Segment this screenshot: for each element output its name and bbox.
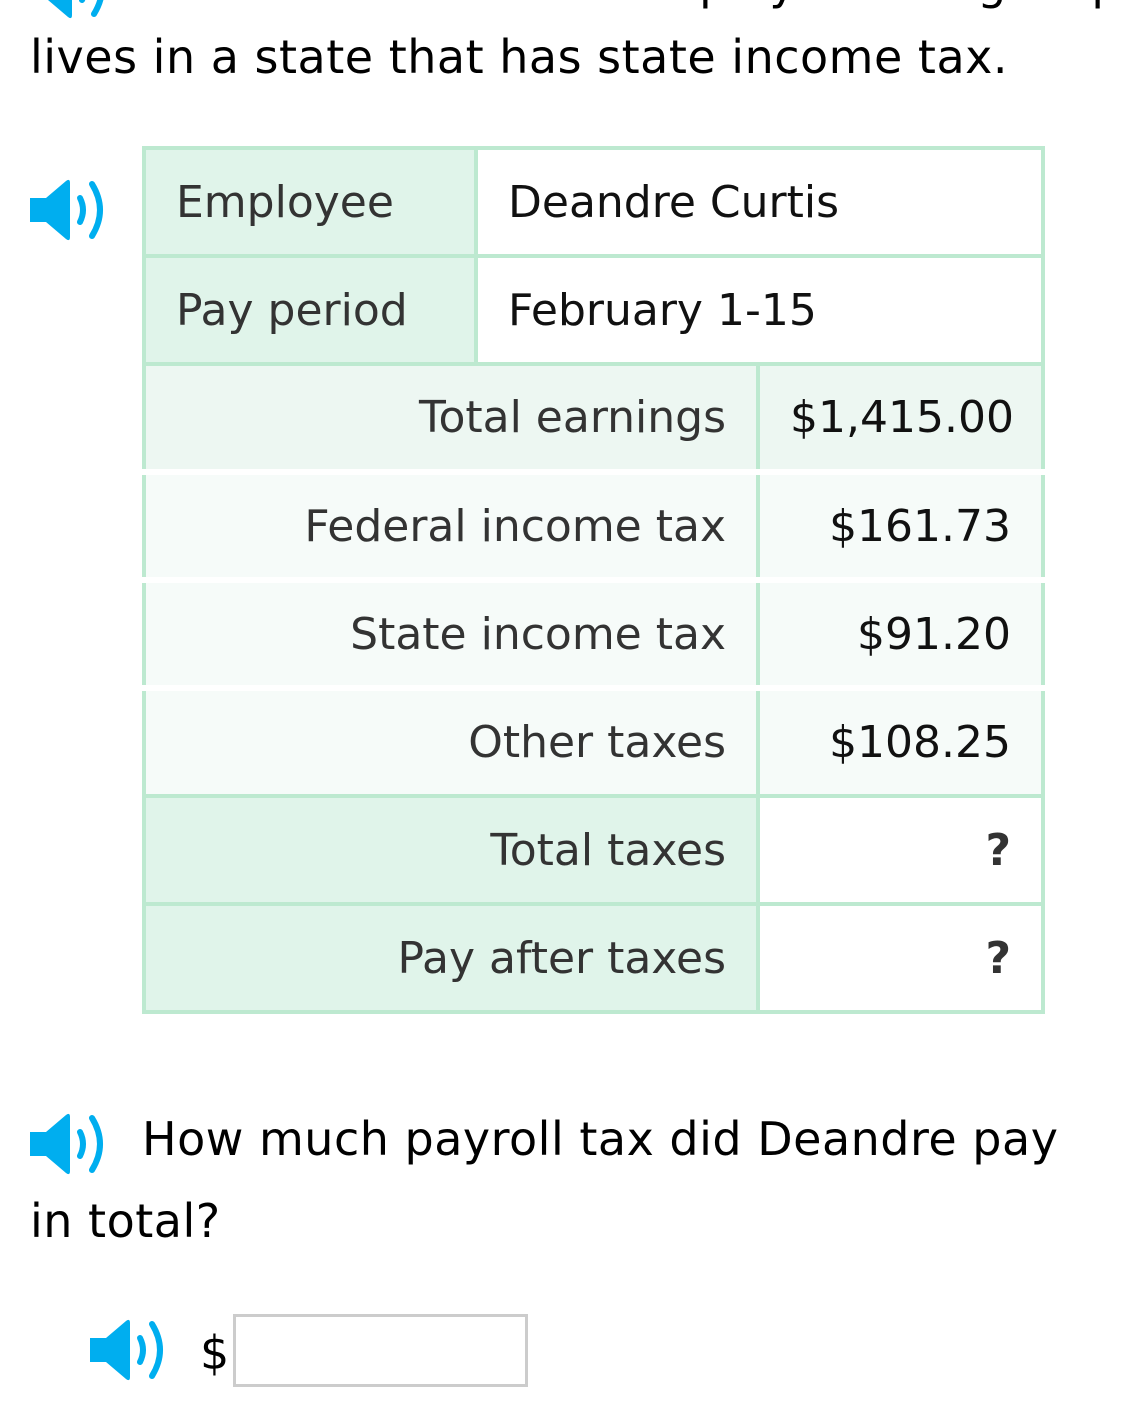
total-taxes-value: ? bbox=[755, 794, 1046, 906]
employee-value: Deandre Curtis bbox=[473, 146, 1046, 258]
pay-period-value: February 1-15 bbox=[473, 254, 1046, 366]
total-earnings-value: $1,415.00 bbox=[755, 362, 1046, 472]
pay-period-label: Pay period bbox=[142, 254, 478, 366]
speaker-icon[interactable] bbox=[88, 1318, 172, 1382]
pay-after-taxes-value: ? bbox=[755, 902, 1046, 1014]
federal-income-tax-value: $161.73 bbox=[755, 469, 1046, 580]
state-income-tax-label: State income tax bbox=[142, 577, 760, 688]
total-taxes-label: Total taxes bbox=[142, 794, 760, 906]
federal-income-tax-label: Federal income tax bbox=[142, 469, 760, 580]
table-row: Other taxes $108.25 bbox=[142, 685, 1046, 798]
table-row: Federal income tax $161.73 bbox=[142, 469, 1046, 580]
table-row: Total taxes ? bbox=[142, 794, 1046, 906]
speaker-icon[interactable] bbox=[30, 0, 114, 20]
currency-symbol: $ bbox=[200, 1326, 230, 1380]
pay-period-row: Pay period February 1-15 bbox=[142, 254, 1046, 366]
other-taxes-value: $108.25 bbox=[755, 685, 1046, 798]
employee-label: Employee bbox=[142, 146, 478, 258]
speaker-icon[interactable] bbox=[28, 1112, 112, 1176]
table-row: State income tax $91.20 bbox=[142, 577, 1046, 688]
question-text: How much payroll tax did Deandre pay bbox=[142, 1112, 1059, 1166]
question-text-continued: in total? bbox=[30, 1194, 221, 1248]
other-taxes-label: Other taxes bbox=[142, 685, 760, 798]
employee-row: Employee Deandre Curtis bbox=[142, 146, 1046, 258]
table-row: Pay after taxes ? bbox=[142, 902, 1046, 1014]
intro-text: lives in a state that has state income t… bbox=[30, 30, 1008, 84]
answer-input[interactable] bbox=[233, 1314, 528, 1387]
table-row: Total earnings $1,415.00 bbox=[142, 362, 1046, 472]
clipped-prompt-line: Deandre Curtis is an employee who gets p… bbox=[142, 0, 1124, 10]
total-earnings-label: Total earnings bbox=[142, 362, 760, 472]
pay-stub-table: Employee Deandre Curtis Pay period Febru… bbox=[142, 146, 1046, 1014]
pay-after-taxes-label: Pay after taxes bbox=[142, 902, 760, 1014]
state-income-tax-value: $91.20 bbox=[755, 577, 1046, 688]
speaker-icon[interactable] bbox=[28, 178, 112, 242]
